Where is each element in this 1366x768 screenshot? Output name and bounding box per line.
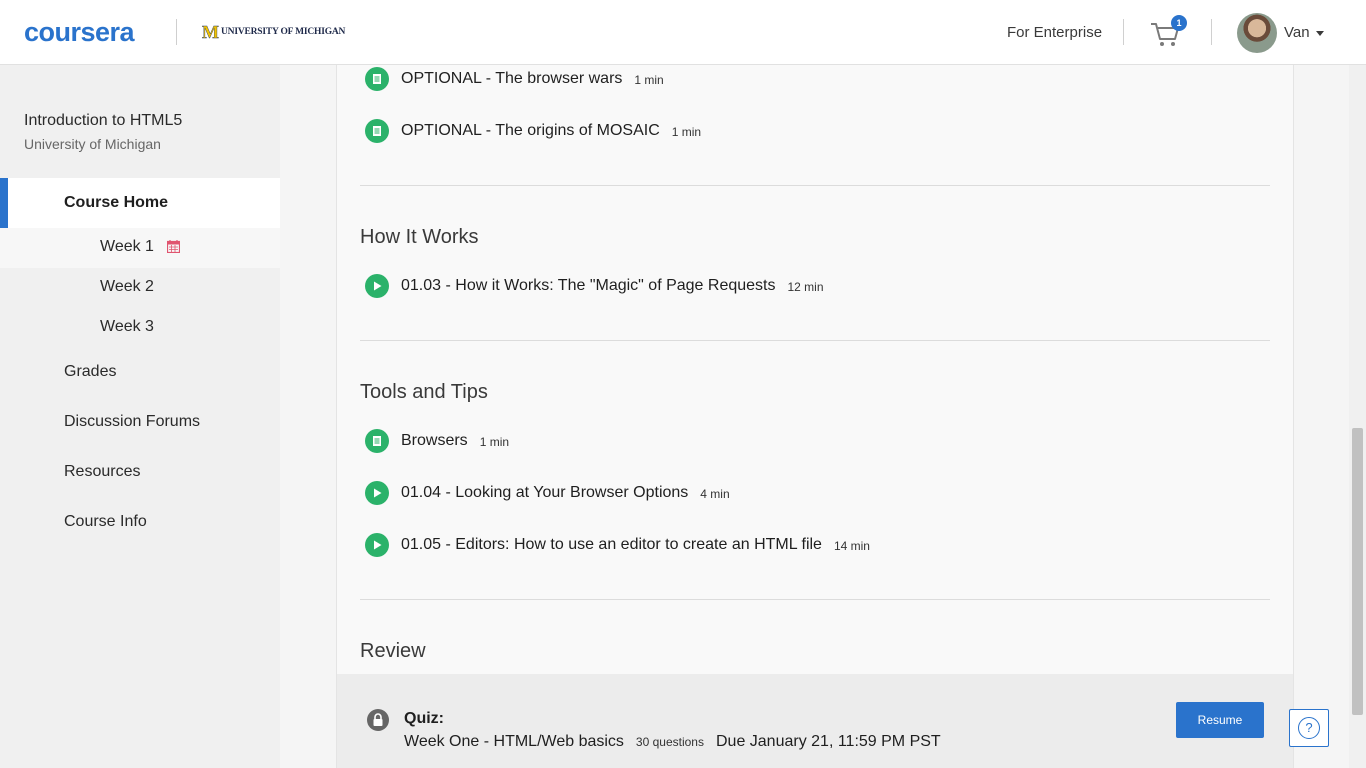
list-item[interactable]: 01.05 - Editors: How to use an editor to… [365,532,870,558]
help-button[interactable]: ? [1289,709,1329,747]
sidebar-item-week-3[interactable]: Week 3 [100,318,154,336]
item-title: 01.05 - Editors: How to use an editor to… [401,536,822,553]
sidebar-item-week-2[interactable]: Week 2 [100,278,154,296]
item-duration: 4 min [700,487,730,501]
coursera-logo[interactable]: coursera [24,17,135,47]
logo-divider [176,19,177,45]
avatar[interactable] [1237,13,1277,53]
list-item[interactable]: 01.04 - Looking at Your Browser Options … [365,480,730,506]
item-title: OPTIONAL - The browser wars [401,70,623,87]
top-header: coursera M UNIVERSITY OF MICHIGAN For En… [0,0,1366,65]
play-icon [365,533,389,557]
quiz-item[interactable] [336,674,1294,768]
play-icon [365,274,389,298]
section-title: Review [360,640,426,662]
sidebar-item-course-info[interactable]: Course Info [64,513,147,531]
scrollbar-thumb[interactable] [1352,428,1363,715]
item-duration: 1 min [479,435,510,449]
item-duration: 1 min [634,73,664,87]
list-item[interactable]: OPTIONAL - The origins of MOSAIC 1 min [365,118,701,144]
section-divider [360,599,1270,600]
active-indicator [0,178,8,228]
sidebar-item-week-1-label[interactable]: Week 1 [100,238,154,256]
university-name: UNIVERSITY OF MICHIGAN [221,27,346,37]
item-title: Browsers [401,432,468,449]
item-duration: 12 min [787,280,824,294]
user-name[interactable]: Van [1284,24,1310,41]
quiz-title[interactable]: Week One - HTML/Web basics [404,733,624,751]
header-divider [1211,19,1212,45]
main-content [336,65,1294,768]
lock-icon [367,709,389,731]
item-title: OPTIONAL - The origins of MOSAIC [401,122,660,139]
section-divider [360,340,1270,341]
quiz-details: Week One - HTML/Web basics 30 questions … [404,733,941,751]
quiz-due-date: Due January 21, 11:59 PM PST [715,733,941,750]
university-logo[interactable]: M UNIVERSITY OF MICHIGAN [202,22,346,42]
university-mark: M [202,22,219,42]
sidebar-item-grades[interactable]: Grades [64,363,116,381]
quiz-label: Quiz: [404,710,444,727]
reading-icon [365,429,389,453]
sidebar-item-discussion-forums[interactable]: Discussion Forums [64,413,200,431]
chevron-down-icon[interactable] [1316,31,1324,36]
item-title: 01.04 - Looking at Your Browser Options [401,484,689,501]
section-divider [360,185,1270,186]
play-icon [365,481,389,505]
sidebar-item-course-home[interactable]: Course Home [0,178,280,228]
list-item[interactable]: Browsers 1 min [365,428,509,454]
cart-count-badge: 1 [1171,15,1187,31]
item-title: 01.03 - How it Works: The "Magic" of Pag… [401,277,776,294]
calendar-icon [167,240,180,253]
course-provider: University of Michigan [24,136,161,152]
header-divider [1123,19,1124,45]
list-item[interactable]: OPTIONAL - The browser wars 1 min [365,66,664,92]
item-duration: 1 min [671,125,702,139]
resume-button[interactable]: Resume [1176,702,1264,738]
sidebar-item-resources[interactable]: Resources [64,463,140,481]
reading-icon [365,67,389,91]
help-icon: ? [1298,717,1320,739]
course-title[interactable]: Introduction to HTML5 [24,112,182,130]
list-item[interactable]: 01.03 - How it Works: The "Magic" of Pag… [365,273,824,299]
for-enterprise-link[interactable]: For Enterprise [1007,24,1102,41]
quiz-question-count: 30 questions [635,735,704,749]
item-duration: 14 min [833,539,870,553]
section-title: Tools and Tips [360,381,488,403]
section-title: How It Works [360,226,479,248]
sidebar-item-label: Course Home [64,194,169,211]
reading-icon [365,119,389,143]
